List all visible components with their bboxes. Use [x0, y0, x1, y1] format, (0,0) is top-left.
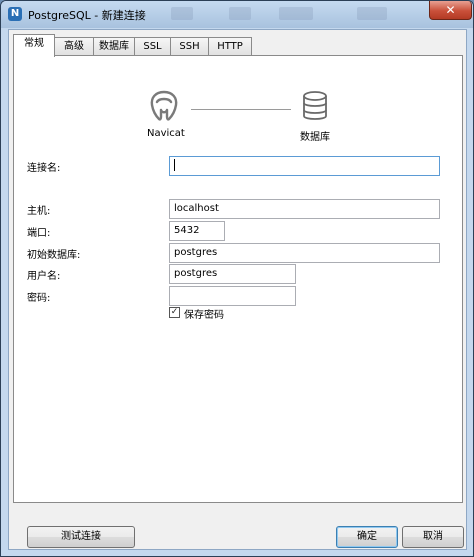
tab-advanced[interactable]: 高级 [54, 37, 94, 56]
test-connection-button[interactable]: 测试连接 [27, 526, 135, 548]
database-label: 数据库 [300, 132, 330, 143]
postgresql-elephant-icon [150, 90, 178, 121]
password-label: 密码: [27, 293, 51, 304]
navicat-app-icon: N [8, 7, 22, 21]
background-blur [171, 7, 193, 20]
close-button[interactable]: ✕ [429, 1, 472, 20]
tab-http[interactable]: HTTP [208, 37, 252, 56]
tab-general[interactable]: 常规 [13, 34, 55, 57]
tab-bar: 常规 高级 数据库 SSL SSH HTTP [13, 34, 463, 57]
cancel-button[interactable]: 取消 [402, 526, 464, 548]
background-blur [279, 7, 313, 20]
general-panel: Navicat 数据库 连接名: 主机: localhost 端口: 5432 … [13, 55, 463, 503]
connection-name-label: 连接名: [27, 163, 61, 174]
save-password-checkbox[interactable]: ✓ [169, 307, 180, 318]
text-caret [174, 158, 175, 171]
initial-database-field[interactable]: postgres [169, 243, 440, 263]
title-bar[interactable]: N PostgreSQL - 新建连接 ✕ [1, 1, 473, 28]
background-blur [229, 7, 251, 20]
dialog-body: 常规 高级 数据库 SSL SSH HTTP Navicat 数据库 连接名: … [8, 29, 467, 550]
initial-database-label: 初始数据库: [27, 250, 81, 261]
navicat-label: Navicat [147, 128, 185, 139]
password-field[interactable] [169, 286, 296, 306]
ok-button[interactable]: 确定 [336, 526, 398, 548]
port-label: 端口: [27, 228, 51, 239]
tab-database[interactable]: 数据库 [93, 37, 135, 56]
username-field[interactable]: postgres [169, 264, 296, 284]
database-icon [303, 91, 327, 120]
connection-line [191, 109, 291, 110]
username-label: 用户名: [27, 271, 61, 282]
connection-name-field[interactable] [169, 156, 440, 176]
tab-ssl[interactable]: SSL [134, 37, 171, 56]
window-title: PostgreSQL - 新建连接 [28, 9, 146, 22]
dialog-window: N PostgreSQL - 新建连接 ✕ 常规 高级 数据库 SSL SSH … [0, 0, 474, 557]
background-blur [357, 7, 387, 20]
host-field[interactable]: localhost [169, 199, 440, 219]
port-field[interactable]: 5432 [169, 221, 225, 241]
save-password-label[interactable]: 保存密码 [184, 306, 224, 321]
tab-ssh[interactable]: SSH [170, 37, 209, 56]
host-label: 主机: [27, 206, 51, 217]
